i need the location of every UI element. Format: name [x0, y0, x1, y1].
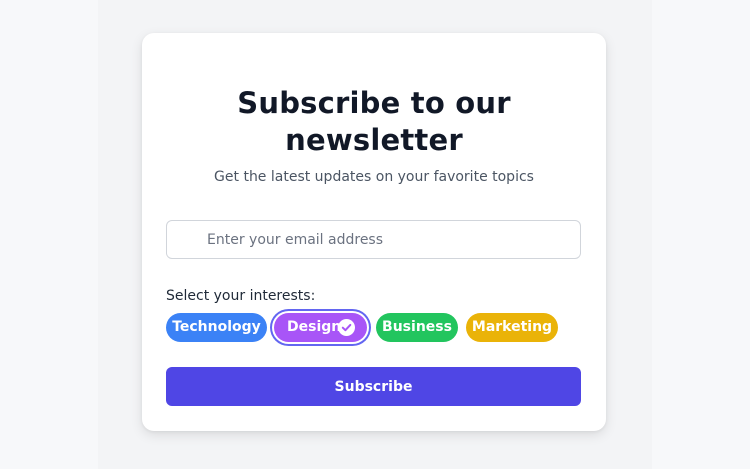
mail-icon: [181, 233, 197, 247]
page-margin-right: [652, 0, 750, 469]
newsletter-card: Subscribe to our newsletter Get the late…: [142, 33, 606, 431]
subtitle: Get the latest updates on your favorite …: [214, 169, 534, 185]
tag-label: Technology: [172, 319, 261, 335]
tag-label: Business: [382, 319, 452, 335]
interests-label: Select your interests:: [166, 288, 316, 304]
email-field-container[interactable]: [166, 220, 581, 259]
check-circle-icon: [338, 319, 355, 336]
tag-technology[interactable]: Technology: [166, 313, 267, 342]
tag-marketing[interactable]: Marketing: [466, 313, 558, 342]
page-title: Subscribe to our newsletter: [237, 86, 511, 157]
page-margin-left: [0, 0, 98, 469]
tag-business[interactable]: Business: [376, 313, 458, 342]
tag-design-selected[interactable]: Design: [274, 313, 367, 342]
subscribe-button[interactable]: Subscribe: [166, 367, 581, 406]
tag-label: Marketing: [471, 319, 553, 335]
email-input[interactable]: [207, 221, 567, 258]
tag-label: Design: [287, 319, 342, 335]
